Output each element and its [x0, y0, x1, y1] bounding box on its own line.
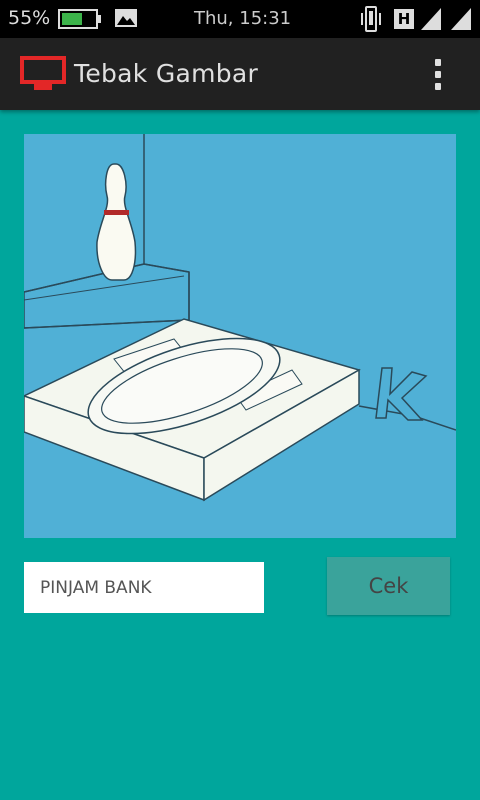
- app-bar: Tebak Gambar: [0, 38, 480, 110]
- signal-icon: [451, 8, 471, 30]
- battery-percent: 55%: [8, 7, 51, 29]
- squat-toilet: [24, 318, 361, 502]
- puzzle-image: [24, 134, 456, 538]
- gallery-icon: [115, 9, 137, 27]
- signal-icon: [421, 8, 441, 30]
- bowling-pin: [96, 163, 137, 281]
- status-time: Thu, 15:31: [194, 8, 292, 29]
- check-button[interactable]: Cek: [327, 557, 450, 615]
- status-bar: 55% Thu, 15:31 H: [0, 0, 480, 38]
- puzzle-illustration: [24, 134, 456, 502]
- battery-icon: [58, 9, 101, 29]
- letter-k: [375, 367, 428, 421]
- answer-input[interactable]: [24, 562, 264, 613]
- vibrate-icon: [361, 6, 381, 32]
- app-title: Tebak Gambar: [74, 59, 259, 88]
- network-h-icon: H: [394, 9, 414, 29]
- tv-icon: [20, 56, 66, 90]
- overflow-menu-icon[interactable]: [424, 54, 452, 94]
